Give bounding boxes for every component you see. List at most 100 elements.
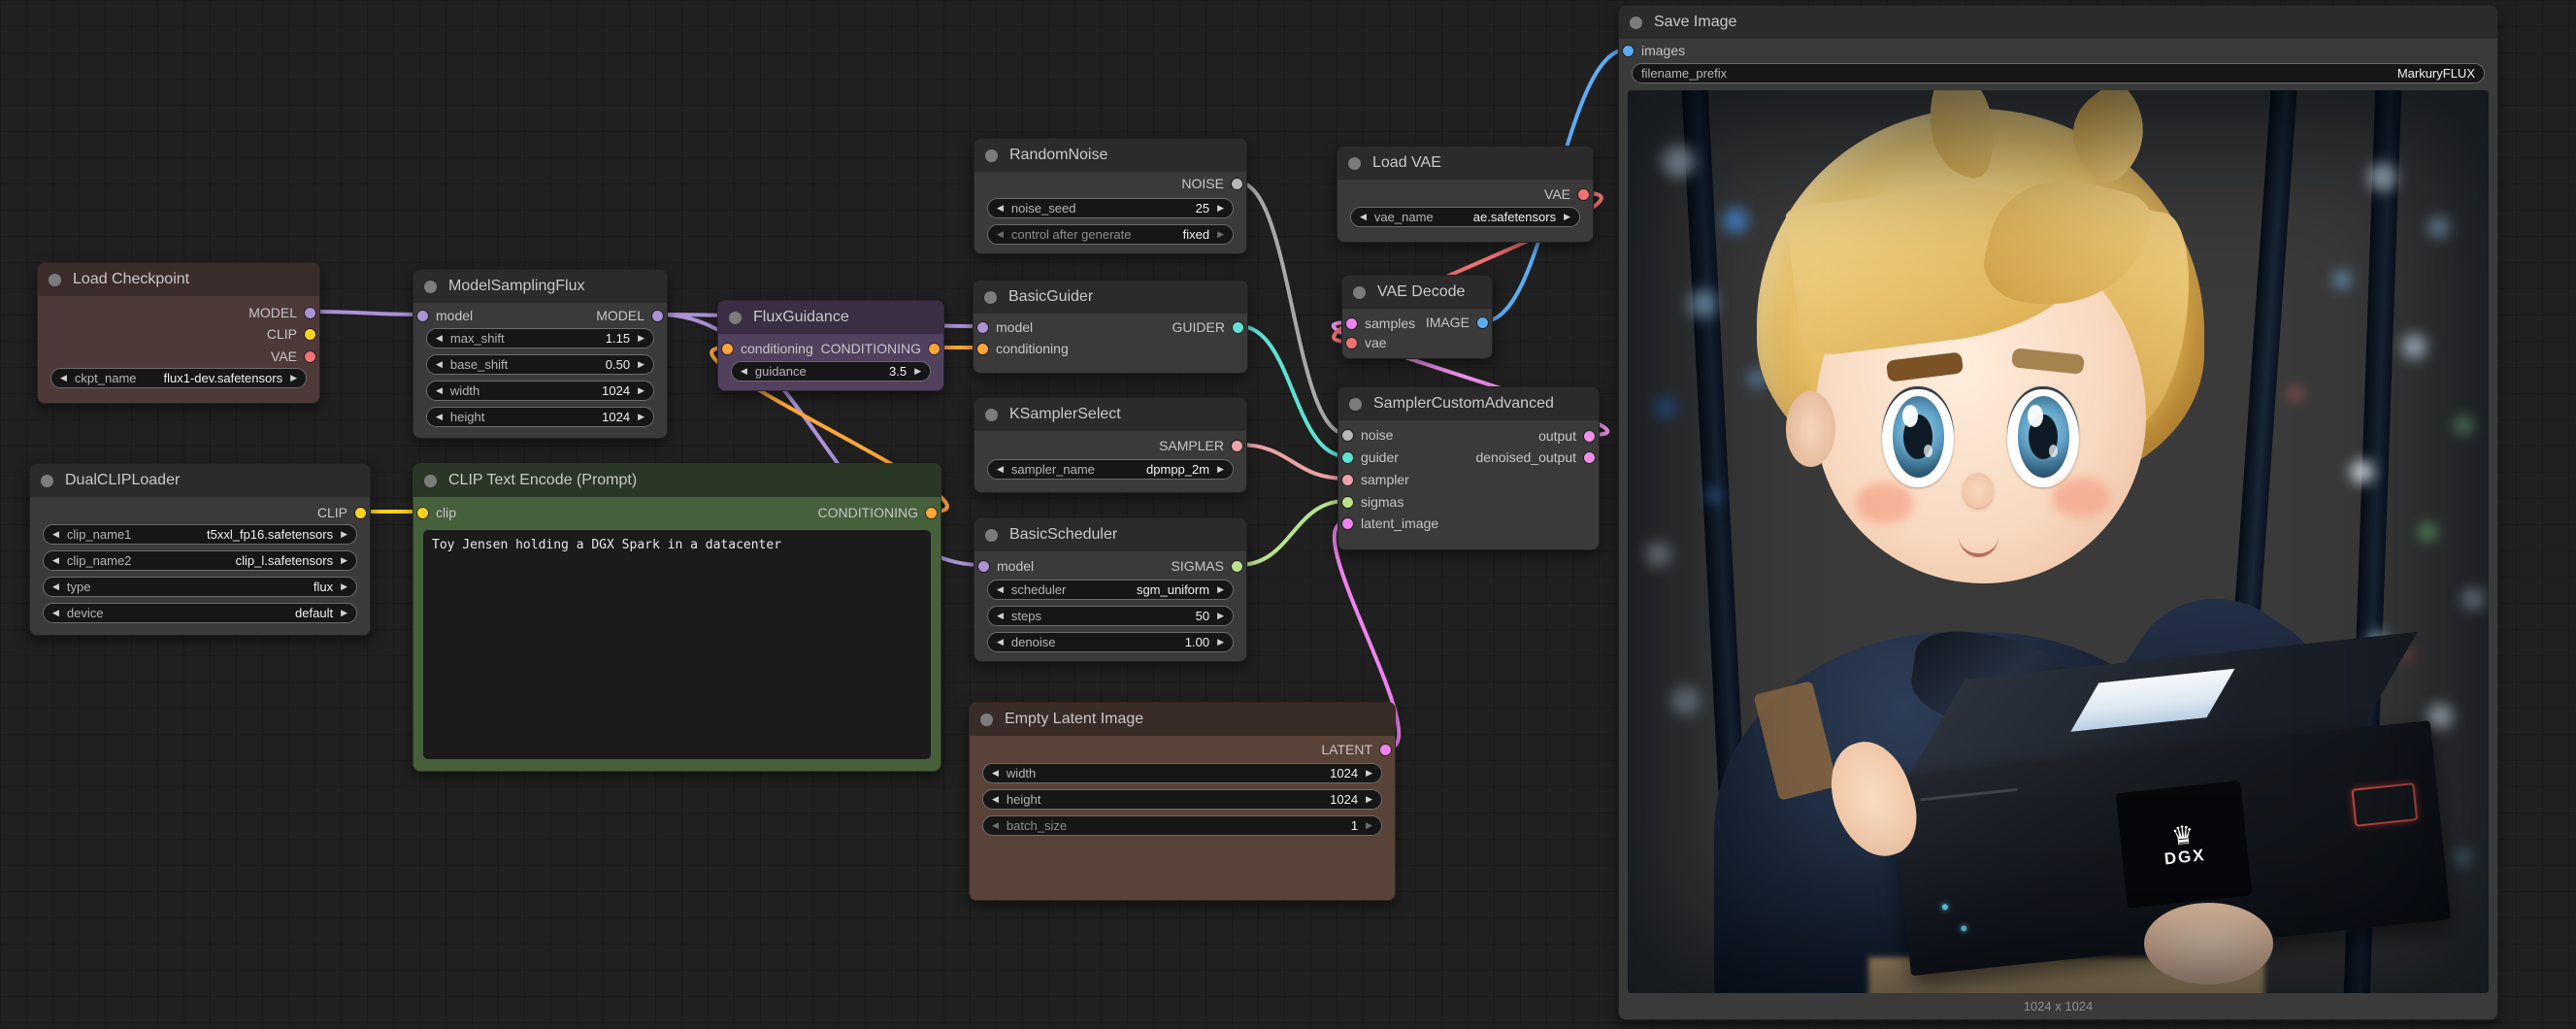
decrement-arrow-icon[interactable]: ◀ [436, 386, 443, 395]
widget-vae_name[interactable]: ◀vae_nameae.safetensors▶ [1350, 207, 1580, 227]
SAMPLER-output-port[interactable] [1232, 441, 1242, 451]
node-header[interactable]: Load VAE [1338, 147, 1593, 180]
increment-arrow-icon[interactable]: ▶ [1217, 465, 1224, 474]
widget-guidance[interactable]: ◀guidance3.5▶ [731, 361, 931, 382]
denoised_output-output-port[interactable] [1584, 452, 1595, 463]
output-output-port[interactable] [1584, 431, 1595, 442]
node-bg[interactable]: BasicGuidermodelconditioningGUIDER [973, 280, 1248, 374]
node-bs[interactable]: BasicSchedulermodelSIGMAS◀schedulersgm_u… [974, 517, 1247, 662]
images-input-port[interactable] [1623, 46, 1634, 56]
collapse-dot-icon[interactable] [985, 149, 998, 162]
increment-arrow-icon[interactable]: ▶ [341, 556, 347, 565]
sampler-input-port[interactable] [1342, 475, 1353, 485]
node-rn[interactable]: RandomNoiseNOISE◀noise_seed25▶◀control a… [974, 138, 1247, 254]
decrement-arrow-icon[interactable]: ◀ [992, 821, 999, 830]
SIGMAS-output-port[interactable] [1232, 561, 1242, 572]
node-si[interactable]: Save Imageimagesfilename_prefixMarkuryFL… [1618, 5, 2498, 1020]
increment-arrow-icon[interactable]: ▶ [290, 374, 297, 382]
increment-arrow-icon[interactable]: ▶ [1217, 638, 1224, 647]
increment-arrow-icon[interactable]: ▶ [341, 582, 347, 591]
decrement-arrow-icon[interactable]: ◀ [52, 530, 59, 539]
decrement-arrow-icon[interactable]: ◀ [997, 585, 1004, 594]
node-eli[interactable]: Empty Latent ImageLATENT◀width1024▶◀heig… [969, 702, 1396, 901]
node-lc[interactable]: Load CheckpointMODELCLIPVAE◀ckpt_nameflu… [37, 262, 320, 404]
collapse-dot-icon[interactable] [729, 312, 742, 324]
CLIP-output-port[interactable] [305, 329, 315, 340]
widget-sampler_name[interactable]: ◀sampler_namedpmpp_2m▶ [987, 459, 1234, 480]
increment-arrow-icon[interactable]: ▶ [1366, 795, 1372, 804]
collapse-dot-icon[interactable] [41, 475, 53, 487]
widget-filename_prefix[interactable]: filename_prefixMarkuryFLUX [1632, 63, 2485, 83]
widget-clip_name1[interactable]: ◀clip_name1t5xxl_fp16.safetensors▶ [43, 524, 357, 545]
node-header[interactable]: RandomNoise [974, 139, 1246, 172]
increment-arrow-icon[interactable]: ▶ [341, 530, 347, 539]
node-vd[interactable]: VAE DecodesamplesvaeIMAGE [1341, 275, 1493, 359]
node-header[interactable]: SamplerCustomAdvanced [1338, 387, 1599, 420]
widget-height[interactable]: ◀height1024▶ [982, 789, 1382, 810]
increment-arrow-icon[interactable]: ▶ [638, 334, 644, 343]
widget-steps[interactable]: ◀steps50▶ [987, 606, 1234, 626]
CONDITIONING-output-port[interactable] [926, 508, 937, 518]
conditioning-input-port[interactable] [722, 344, 733, 354]
widget-width[interactable]: ◀width1024▶ [426, 381, 654, 401]
node-lv[interactable]: Load VAEVAE◀vae_nameae.safetensors▶ [1337, 146, 1594, 243]
widget-base_shift[interactable]: ◀base_shift0.50▶ [426, 354, 654, 375]
node-header[interactable]: VAE Decode [1342, 276, 1492, 309]
model-input-port[interactable] [978, 561, 989, 572]
widget-width[interactable]: ◀width1024▶ [982, 763, 1382, 783]
decrement-arrow-icon[interactable]: ◀ [436, 360, 443, 369]
decrement-arrow-icon[interactable]: ◀ [992, 769, 999, 778]
decrement-arrow-icon[interactable]: ◀ [997, 465, 1004, 474]
decrement-arrow-icon[interactable]: ◀ [997, 204, 1004, 213]
node-sca[interactable]: SamplerCustomAdvancednoiseguidersamplers… [1338, 386, 1600, 550]
widget-type[interactable]: ◀typeflux▶ [43, 577, 357, 597]
link-bs-to-sca[interactable] [1238, 501, 1346, 565]
widget-noise_seed[interactable]: ◀noise_seed25▶ [987, 198, 1234, 218]
sigmas-input-port[interactable] [1342, 497, 1353, 508]
collapse-dot-icon[interactable] [1630, 17, 1642, 29]
node-header[interactable]: KSamplerSelect [974, 398, 1246, 431]
vae-input-port[interactable] [1346, 338, 1357, 349]
widget-device[interactable]: ◀devicedefault▶ [43, 603, 357, 623]
widget-control-after-generate[interactable]: ◀control after generatefixed▶ [987, 224, 1234, 245]
node-dcl[interactable]: DualCLIPLoaderCLIP◀clip_name1t5xxl_fp16.… [29, 463, 371, 636]
prompt-textarea[interactable]: Toy Jensen holding a DGX Spark in a data… [423, 530, 931, 759]
decrement-arrow-icon[interactable]: ◀ [436, 413, 443, 421]
decrement-arrow-icon[interactable]: ◀ [1360, 213, 1367, 221]
widget-denoise[interactable]: ◀denoise1.00▶ [987, 632, 1234, 652]
MODEL-output-port[interactable] [652, 311, 663, 321]
widget-max_shift[interactable]: ◀max_shift1.15▶ [426, 328, 654, 349]
noise-input-port[interactable] [1342, 430, 1353, 441]
widget-height[interactable]: ◀height1024▶ [426, 407, 654, 427]
decrement-arrow-icon[interactable]: ◀ [997, 638, 1004, 647]
node-header[interactable]: BasicGuider [974, 281, 1247, 314]
increment-arrow-icon[interactable]: ▶ [1366, 821, 1372, 830]
widget-scheduler[interactable]: ◀schedulersgm_uniform▶ [987, 580, 1234, 600]
decrement-arrow-icon[interactable]: ◀ [997, 612, 1004, 620]
IMAGE-output-port[interactable] [1477, 317, 1488, 328]
generated-image-preview[interactable]: ♛ DGX [1628, 90, 2489, 993]
VAE-output-port[interactable] [305, 351, 315, 362]
model-input-port[interactable] [417, 311, 428, 321]
increment-arrow-icon[interactable]: ▶ [341, 609, 347, 617]
collapse-dot-icon[interactable] [424, 281, 437, 293]
widget-clip_name2[interactable]: ◀clip_name2clip_l.safetensors▶ [43, 550, 357, 571]
node-msf[interactable]: ModelSamplingFluxmodelMODEL◀max_shift1.1… [413, 269, 668, 439]
node-kss[interactable]: KSamplerSelectSAMPLER◀sampler_namedpmpp_… [974, 397, 1247, 493]
guider-input-port[interactable] [1342, 452, 1353, 463]
collapse-dot-icon[interactable] [1353, 286, 1366, 299]
collapse-dot-icon[interactable] [1349, 398, 1362, 411]
decrement-arrow-icon[interactable]: ◀ [997, 230, 1004, 239]
VAE-output-port[interactable] [1578, 189, 1589, 200]
widget-ckpt_name[interactable]: ◀ckpt_nameflux1-dev.safetensors▶ [50, 368, 307, 388]
node-header[interactable]: CLIP Text Encode (Prompt) [413, 464, 941, 497]
decrement-arrow-icon[interactable]: ◀ [52, 609, 59, 617]
increment-arrow-icon[interactable]: ▶ [1564, 213, 1570, 221]
samples-input-port[interactable] [1346, 318, 1357, 329]
collapse-dot-icon[interactable] [1348, 157, 1361, 170]
latent_image-input-port[interactable] [1342, 518, 1353, 529]
collapse-dot-icon[interactable] [985, 529, 998, 542]
MODEL-output-port[interactable] [305, 308, 315, 318]
collapse-dot-icon[interactable] [985, 409, 998, 421]
collapse-dot-icon[interactable] [424, 475, 437, 487]
